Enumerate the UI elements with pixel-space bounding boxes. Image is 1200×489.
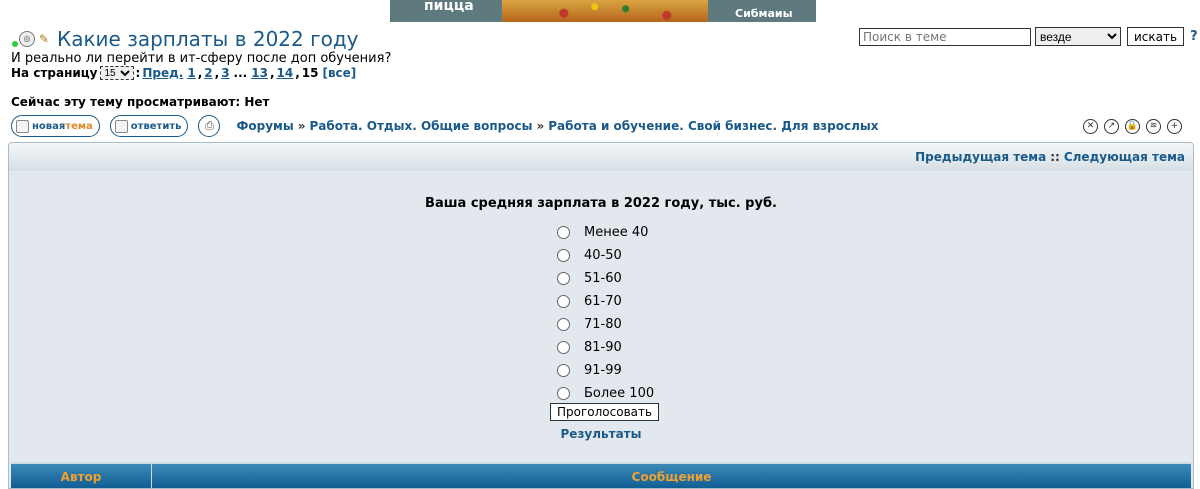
radio-button[interactable] xyxy=(557,387,570,400)
radio-button[interactable] xyxy=(557,341,570,354)
breadcrumb: Форумы» Работа. Отдых. Общие вопросы» Рабо… xyxy=(236,119,879,133)
author-column-header: Автор xyxy=(11,462,152,488)
poll-option[interactable]: 40-50 xyxy=(557,244,654,267)
page-link-13[interactable]: 13 xyxy=(251,66,268,80)
poll-option[interactable]: 81-90 xyxy=(557,336,654,359)
page-select[interactable]: 15 xyxy=(99,66,134,80)
vote-button[interactable]: Проголосовать xyxy=(550,403,660,421)
pagination: На страницу 15: Пред. 1, 2, 3 ... 13, 14… xyxy=(11,66,358,80)
page-link-1[interactable]: 1 xyxy=(187,66,195,80)
topic-search: везде искать ? xyxy=(859,27,1198,46)
split-icon[interactable]: ≋ xyxy=(1146,119,1161,134)
new-topic-icon xyxy=(16,119,29,133)
page-link-2[interactable]: 2 xyxy=(204,66,212,80)
viewing-status: Сейчас эту тему просматривают: Нет xyxy=(11,95,270,109)
topic-title-row: ◎ ✎ Какие зарплаты в 2022 году xyxy=(12,27,359,51)
topic-tools: ✕ ↗ 🔒 ≋ + xyxy=(1083,119,1188,134)
topic-status-icon: ◎ xyxy=(19,31,35,47)
edit-pencil-icon: ✎ xyxy=(39,31,50,46)
poll-option[interactable]: 61-70 xyxy=(557,290,654,313)
breadcrumb-business[interactable]: Работа и обучение. Свой бизнес. Для взро… xyxy=(548,119,878,133)
prev-topic-link[interactable]: Предыдущая тема xyxy=(915,150,1046,164)
next-topic-link[interactable]: Следующая тема xyxy=(1064,150,1185,164)
poll-results-container: Результаты xyxy=(9,427,1193,441)
new-topic-button[interactable]: новая тема xyxy=(11,115,100,137)
radio-button[interactable] xyxy=(557,272,570,285)
page-link-3[interactable]: 3 xyxy=(221,66,229,80)
page-ellipsis: ... xyxy=(233,66,248,80)
reply-icon xyxy=(114,119,128,133)
poll-option[interactable]: 71-80 xyxy=(557,313,654,336)
search-scope-select[interactable]: везде xyxy=(1035,27,1121,46)
topic-subtitle: И реально ли перейти в ит-сферу после до… xyxy=(11,51,392,66)
radio-button[interactable] xyxy=(557,318,570,331)
close-icon[interactable]: ✕ xyxy=(1083,119,1098,134)
breadcrumb-forums[interactable]: Форумы xyxy=(236,119,293,133)
poll-results-link[interactable]: Результаты xyxy=(561,427,642,441)
lock-icon[interactable]: 🔒 xyxy=(1125,119,1140,134)
nav-separator: :: xyxy=(1050,150,1060,164)
ad-banner[interactable]: пицца Сибмаиы xyxy=(390,0,816,22)
pagination-label: На страницу xyxy=(11,66,98,80)
search-input[interactable] xyxy=(859,27,1031,46)
page-prev-link[interactable]: Пред. xyxy=(142,66,183,80)
poll-question: Ваша средняя зарплата в 2022 году, тыс. … xyxy=(425,196,777,211)
message-column-header: Сообщение xyxy=(152,462,1191,488)
topic-actions: новая тема ответить ⎙ Форумы» Работа. Отд… xyxy=(11,115,878,137)
topic-panel: Предыдущая тема :: Следующая тема Ваша с… xyxy=(8,142,1194,489)
radio-button[interactable] xyxy=(557,364,570,377)
search-help-link[interactable]: ? xyxy=(1190,29,1198,44)
banner-pizza-image xyxy=(502,0,708,22)
poll-option[interactable]: Менее 40 xyxy=(557,221,654,244)
move-icon[interactable]: ↗ xyxy=(1104,119,1119,134)
poll-option[interactable]: 51-60 xyxy=(557,267,654,290)
topic-nav: Предыдущая тема :: Следующая тема xyxy=(9,143,1193,171)
print-icon[interactable]: ⎙ xyxy=(198,115,221,137)
add-icon[interactable]: + xyxy=(1167,119,1182,134)
poll-option[interactable]: Более 100 xyxy=(557,382,654,405)
radio-button[interactable] xyxy=(557,295,570,308)
page-link-14[interactable]: 14 xyxy=(277,66,294,80)
posts-table-header: Автор Сообщение xyxy=(11,462,1191,488)
poll-option[interactable]: 91-99 xyxy=(557,359,654,382)
breadcrumb-work[interactable]: Работа. Отдых. Общие вопросы xyxy=(309,119,532,133)
poll-options: Менее 40 40-50 51-60 61-70 71-80 81-90 9… xyxy=(557,221,654,405)
search-button[interactable]: искать xyxy=(1127,27,1185,46)
new-topic-label-a: новая xyxy=(32,120,66,132)
banner-left-text: пицца xyxy=(424,0,474,14)
new-topic-label-b: тема xyxy=(65,120,93,132)
online-dot-icon xyxy=(12,41,18,47)
reply-label: ответить xyxy=(130,120,182,132)
radio-button[interactable] xyxy=(557,226,570,239)
radio-button[interactable] xyxy=(557,249,570,262)
banner-right-text: Сибмаиы xyxy=(735,7,793,20)
page-title[interactable]: Какие зарплаты в 2022 году xyxy=(57,27,359,51)
reply-button[interactable]: ответить xyxy=(109,115,189,137)
page-current: 15 xyxy=(301,66,319,80)
page-all-link[interactable]: [все] xyxy=(322,66,356,80)
